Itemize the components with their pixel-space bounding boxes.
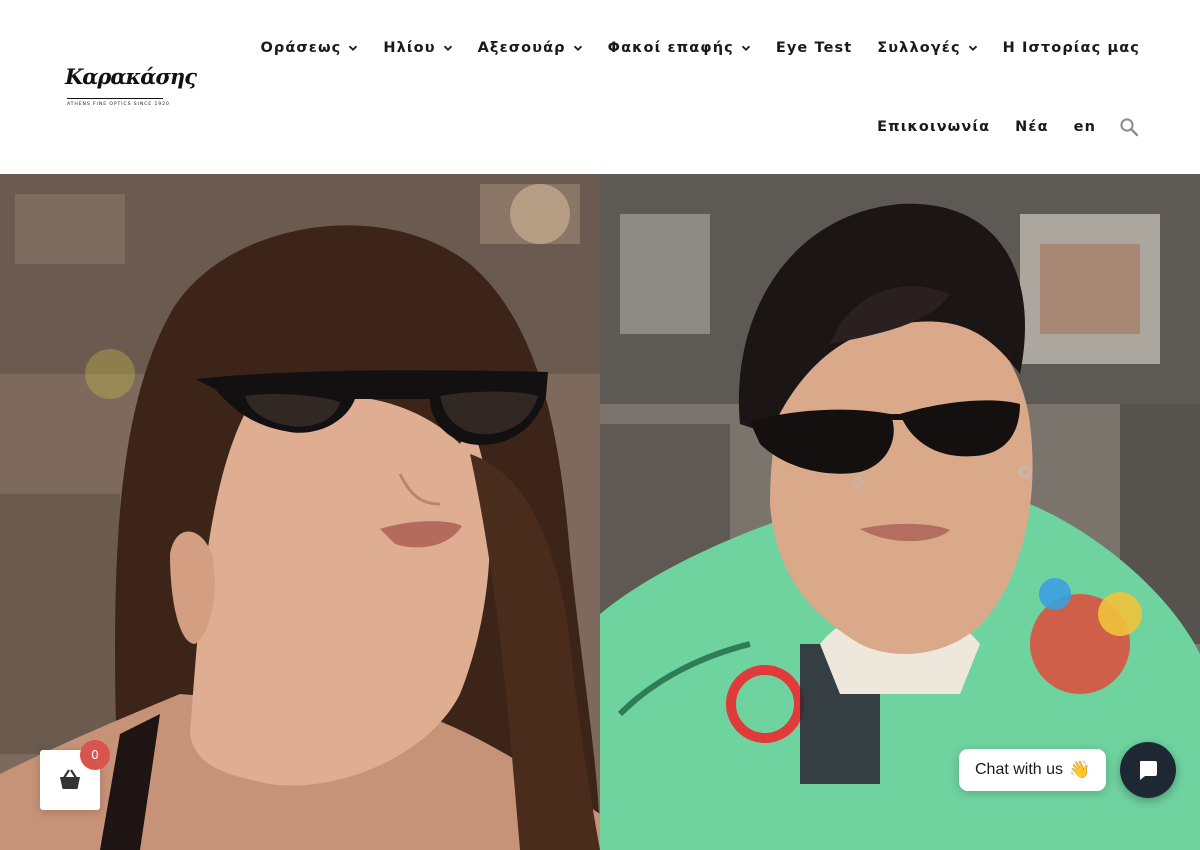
- brand-logo[interactable]: Καρακάσης ATHENS FINE OPTICS SINCE 1920: [63, 64, 197, 116]
- chevron-down-icon: [443, 45, 452, 51]
- waving-hand-emoji: 👋: [1069, 760, 1091, 779]
- nav-item-label: Ηλίου: [383, 40, 436, 56]
- nav-item-label: Επικοινωνία: [877, 119, 991, 135]
- main-nav-row-1: Οράσεως Ηλίου Αξεσουάρ Φακοί επαφής Eye …: [260, 36, 1140, 60]
- brand-logo-wordmark: Καρακάσης: [65, 64, 197, 89]
- site-header: Καρακάσης ATHENS FINE OPTICS SINCE 1920 …: [0, 0, 1200, 174]
- search-icon: [1120, 118, 1139, 137]
- chevron-down-icon: [741, 45, 751, 51]
- chat-label: Chat with us: [975, 761, 1064, 778]
- nav-item-news[interactable]: Νέα: [1015, 115, 1048, 139]
- nav-item-eye-test[interactable]: Eye Test: [776, 36, 852, 60]
- nav-item-label: Αξεσουάρ: [477, 40, 566, 56]
- chat-icon: [1140, 761, 1157, 780]
- nav-item-label: Συλλογές: [877, 40, 961, 56]
- nav-item-contact-lenses[interactable]: Φακοί επαφής: [608, 36, 751, 60]
- nav-item-contact[interactable]: Επικοινωνία: [877, 115, 990, 139]
- nav-item-iliou[interactable]: Ηλίου: [383, 36, 452, 60]
- chat-launcher-button[interactable]: [1120, 742, 1176, 798]
- brand-logo-rule: [67, 98, 163, 99]
- nav-item-label: en: [1073, 119, 1096, 135]
- nav-item-label: Eye Test: [775, 40, 853, 56]
- chevron-down-icon: [968, 45, 977, 51]
- cart-count-badge: 0: [80, 740, 110, 770]
- brand-tagline: ATHENS FINE OPTICS SINCE 1920: [67, 102, 170, 107]
- man-sunglasses-illustration: [600, 174, 1200, 850]
- nav-item-label: Η Ιστορίας μας: [1002, 40, 1140, 56]
- nav-item-label: Οράσεως: [260, 40, 342, 56]
- nav-item-label: Νέα: [1015, 119, 1049, 135]
- chat-with-us-bubble[interactable]: Chat with us 👋: [959, 749, 1107, 791]
- hero-image-man-sunglasses[interactable]: [600, 174, 1200, 850]
- nav-item-label: Φακοί επαφής: [607, 40, 734, 56]
- nav-item-collections[interactable]: Συλλογές: [877, 36, 977, 60]
- nav-item-our-story[interactable]: Η Ιστορίας μας: [1003, 36, 1140, 60]
- chevron-down-icon: [573, 45, 582, 51]
- nav-item-axesouar[interactable]: Αξεσουάρ: [478, 36, 583, 60]
- search-button[interactable]: [1118, 115, 1140, 139]
- basket-icon: [60, 769, 80, 789]
- chevron-down-icon: [349, 45, 358, 51]
- language-switch-en[interactable]: en: [1074, 115, 1096, 139]
- main-nav-row-2: Επικοινωνία Νέα en: [877, 115, 1140, 139]
- nav-item-oraseos[interactable]: Οράσεως: [260, 36, 358, 60]
